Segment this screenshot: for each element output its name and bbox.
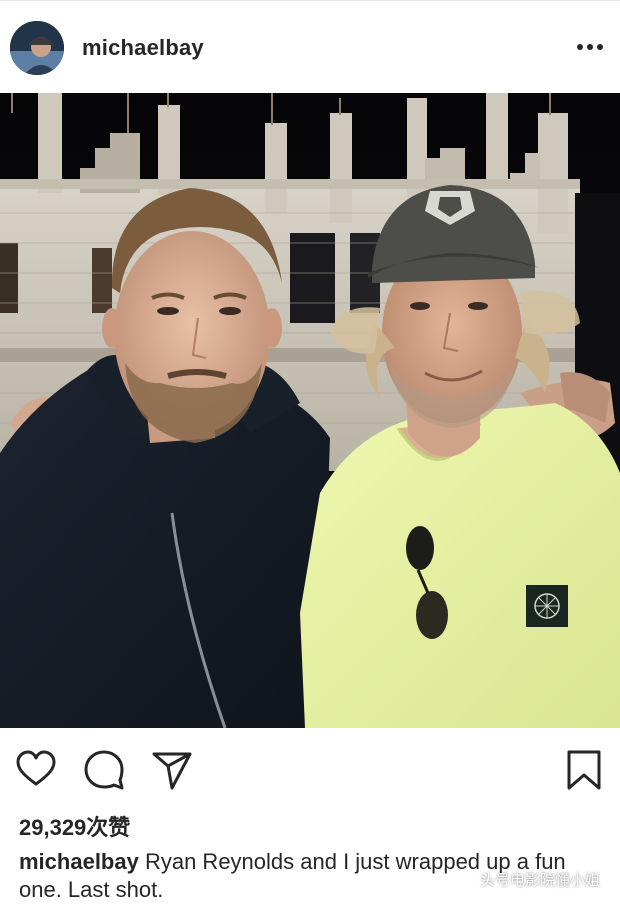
likes-count[interactable]: 29,329次赞: [19, 810, 130, 842]
shirt-badge: [526, 585, 568, 627]
post-actions-bar: [0, 740, 620, 800]
send-icon: [152, 752, 192, 790]
watermark: 头号电影院懂小姐: [450, 867, 600, 891]
watermark-text: 头号电影院懂小姐: [480, 871, 601, 889]
post-photo[interactable]: [0, 93, 620, 728]
heart-icon: [16, 750, 56, 786]
save-button[interactable]: [562, 748, 606, 792]
comment-button[interactable]: [82, 748, 126, 792]
post-username[interactable]: michaelbay: [82, 35, 204, 61]
avatar[interactable]: [10, 21, 64, 75]
comment-icon: [84, 750, 124, 790]
wechat-icon: [450, 870, 475, 889]
more-icon: [577, 44, 603, 50]
like-button[interactable]: [14, 748, 58, 792]
more-options-button[interactable]: [570, 35, 610, 59]
share-button[interactable]: [150, 748, 194, 792]
bookmark-icon: [567, 750, 601, 790]
post-header: michaelbay: [0, 1, 620, 93]
caption-username[interactable]: michaelbay: [19, 849, 139, 874]
